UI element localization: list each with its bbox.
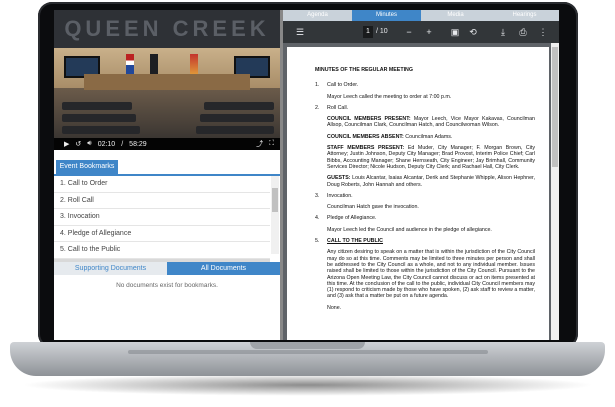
page-total: / 10: [376, 28, 388, 35]
top-tab-bar: Agenda Minutes Media Hearings: [283, 10, 559, 21]
flag-arizona: [190, 54, 198, 76]
bookmark-item-pledge[interactable]: 4. Pledge of Allegiance: [54, 226, 270, 242]
bookmark-item-roll-call[interactable]: 2. Roll Call: [54, 193, 270, 209]
play-icon[interactable]: ▶: [64, 140, 69, 148]
laptop-screen: QUEEN CREEK ▶ ↺ 🔊︎ 02:10 / 58:29 ⤴ ⛶ Eve…: [54, 10, 559, 340]
audience-seat-row: [62, 114, 136, 122]
tab-all-documents[interactable]: All Documents: [167, 262, 280, 275]
tab-minutes[interactable]: Minutes: [352, 10, 421, 21]
pdf-scrollbar[interactable]: [551, 43, 559, 340]
plus-icon[interactable]: +: [423, 21, 435, 43]
laptop-keyboard-edge: [128, 350, 488, 354]
invocation-text: Councilman Hatch gave the invocation.: [327, 204, 419, 211]
media-pane: QUEEN CREEK ▶ ↺ 🔊︎ 02:10 / 58:29 ⤴ ⛶ Eve…: [54, 10, 280, 340]
none-text: None.: [327, 304, 342, 311]
agenda-item-3: 3. Invocation.: [315, 192, 353, 199]
agenda-item-5: 5. CALL TO THE PUBLIC: [315, 238, 384, 245]
bookmark-scrollbar[interactable]: [271, 176, 279, 254]
laptop-shadow: [20, 374, 595, 396]
flag-us: [126, 54, 134, 76]
audience-seat-row: [62, 126, 140, 134]
staff-present-paragraph: STAFF MEMBERS PRESENT: Ed Muder, City Ma…: [327, 145, 535, 170]
tab-hearings[interactable]: Hearings: [490, 10, 559, 21]
tab-event-bookmarks[interactable]: Event Bookmarks: [56, 160, 118, 174]
council-dais: [84, 74, 250, 90]
bookmark-item-call-to-public[interactable]: 5. Call to the Public: [54, 242, 270, 259]
video-controls: ▶ ↺ 🔊︎ 02:10 / 58:29 ⤴ ⛶: [54, 138, 280, 150]
audience-seat-row: [196, 126, 274, 134]
minutes-heading: MINUTES OF THE REGULAR MEETING: [315, 67, 413, 73]
flag-pow: [150, 54, 158, 76]
fullscreen-icon[interactable]: ⛶: [269, 140, 274, 148]
video-player[interactable]: QUEEN CREEK ▶ ↺ 🔊︎ 02:10 / 58:29 ⤴ ⛶: [54, 10, 280, 150]
audience-seat-row: [204, 102, 274, 110]
volume-icon[interactable]: 🔊︎: [87, 140, 91, 148]
more-icon[interactable]: ⋮: [537, 21, 549, 43]
audience-seat-row: [200, 114, 274, 122]
audience-seat-row: [62, 102, 132, 110]
pdf-page: MINUTES OF THE REGULAR MEETING 1. Call to…: [287, 47, 549, 340]
call-to-order-text: Mayor Leech called the meeting to order …: [327, 93, 452, 100]
time-total: 58:29: [129, 140, 147, 148]
fit-page-icon[interactable]: ▣: [449, 21, 461, 43]
bookmark-item-invocation[interactable]: 3. Invocation: [54, 209, 270, 226]
pdf-scroll-thumb[interactable]: [552, 47, 558, 167]
tab-supporting-documents[interactable]: Supporting Documents: [54, 262, 167, 275]
pdf-toolbar: ☰ 1 / 10 − + ▣ ⟲ ⤓ ⎙ ⋮: [283, 21, 559, 43]
menu-icon[interactable]: ☰: [293, 21, 307, 43]
agenda-item-1: 1. Call to Order.: [315, 82, 359, 89]
agenda-item-2: 2. Roll Call.: [315, 104, 349, 111]
call-to-public-text: Any citizen desiring to speak on a matte…: [327, 249, 535, 300]
document-tabs: Supporting Documents All Documents: [54, 262, 280, 275]
rotate-icon[interactable]: ⟲: [467, 21, 479, 43]
bookmarks-tabbar: Event Bookmarks: [54, 160, 280, 176]
page-number-input[interactable]: 1: [363, 26, 373, 38]
guests-paragraph: GUESTS: Louis Alcantar, Isaias Alcantar,…: [327, 175, 535, 188]
bookmark-item-call-to-order[interactable]: 1. Call to Order: [54, 176, 270, 193]
documents-pane: Agenda Minutes Media Hearings ☰ 1 / 10 −…: [283, 10, 559, 340]
tab-media[interactable]: Media: [421, 10, 490, 21]
print-icon[interactable]: ⎙: [517, 21, 529, 43]
pledge-text: Mayor Leech led the Council and audience…: [327, 226, 492, 233]
time-separator: /: [121, 140, 124, 148]
bookmark-list: 1. Call to Order 2. Roll Call 3. Invocat…: [54, 176, 270, 275]
video-banner-text: QUEEN CREEK: [54, 10, 280, 48]
replay-icon[interactable]: ↺: [75, 140, 81, 148]
bookmark-scroll-thumb[interactable]: [272, 188, 278, 212]
laptop-hinge-notch: [250, 342, 365, 349]
council-present-paragraph: COUNCIL MEMBERS PRESENT: Mayor Leech, Vi…: [327, 116, 535, 129]
share-icon[interactable]: ⤴: [256, 139, 263, 149]
council-absent-paragraph: COUNCIL MEMBERS ABSENT: Councilman Adams…: [327, 133, 453, 140]
pdf-viewport[interactable]: MINUTES OF THE REGULAR MEETING 1. Call to…: [283, 43, 559, 340]
time-current: 02:10: [97, 140, 116, 148]
no-documents-message: No documents exist for bookmarks.: [116, 282, 218, 289]
download-icon[interactable]: ⤓: [497, 21, 509, 43]
minus-icon[interactable]: −: [403, 21, 415, 43]
agenda-item-4: 4. Pledge of Allegiance.: [315, 215, 377, 222]
tab-agenda[interactable]: Agenda: [283, 10, 352, 21]
